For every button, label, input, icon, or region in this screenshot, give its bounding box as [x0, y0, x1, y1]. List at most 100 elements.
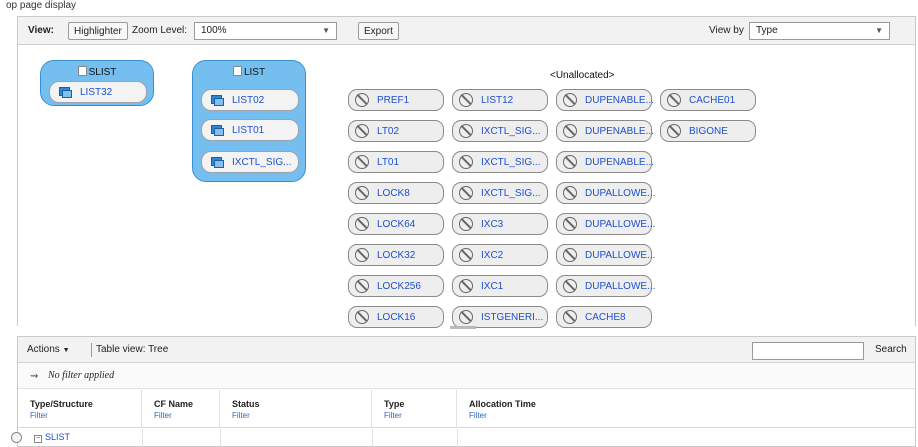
unallocated-structure-item[interactable]: IXC3 — [452, 213, 548, 235]
unallocated-structure-item[interactable]: LIST12 — [452, 89, 548, 111]
unallocated-structure-item[interactable]: BIGONE — [660, 120, 756, 142]
filter-link[interactable]: Filter — [469, 411, 916, 420]
chevron-down-icon: ▼ — [322, 26, 330, 35]
structure-item-list02[interactable]: LIST02 — [201, 89, 299, 111]
unallocated-structure-item[interactable]: IXCTL_SIG... — [452, 151, 548, 173]
unallocated-icon — [563, 279, 577, 293]
unallocated-icon — [459, 279, 473, 293]
zoom-level-label: Zoom Level: — [132, 25, 188, 36]
unallocated-structure-item[interactable]: LT01 — [348, 151, 444, 173]
structure-name: IXC2 — [481, 250, 504, 261]
structure-name: LOCK32 — [377, 250, 416, 261]
unallocated-structure-item[interactable]: CACHE8 — [556, 306, 652, 328]
unallocated-structure-item[interactable]: DUPENABLE... — [556, 89, 654, 111]
structure-name: PREF1 — [377, 95, 410, 106]
unallocated-structure-item[interactable]: CACHE01 — [660, 89, 756, 111]
column-type-structure[interactable]: Type/Structure Filter — [18, 390, 142, 428]
filter-link[interactable]: Filter — [154, 411, 219, 420]
column-cf-name[interactable]: CF Name Filter — [142, 390, 220, 428]
table-header: Type/Structure Filter CF Name Filter Sta… — [18, 390, 915, 428]
unallocated-icon — [459, 186, 473, 200]
structure-name: DUPENABLE... — [585, 157, 654, 168]
unallocated-structure-item[interactable]: PREF1 — [348, 89, 444, 111]
filter-link[interactable]: Filter — [384, 411, 456, 420]
structure-item-ixctl-sig[interactable]: IXCTL_SIG... — [201, 151, 299, 173]
table-row[interactable]: − SLIST — [11, 429, 915, 447]
structure-name: LT01 — [377, 157, 400, 168]
structure-item-list32[interactable]: LIST32 — [49, 81, 147, 103]
group-slist[interactable]: SLIST LIST32 — [40, 60, 154, 106]
highlighter-button[interactable]: Highlighter — [68, 22, 128, 40]
filter-status-text: No filter applied — [48, 370, 115, 381]
unallocated-icon — [459, 124, 473, 138]
list-structure-icon — [211, 125, 224, 136]
unallocated-structure-item[interactable]: ISTGENERI... — [452, 306, 548, 328]
structure-icon — [232, 66, 242, 76]
filter-link[interactable]: Filter — [232, 411, 371, 420]
chevron-down-icon: ▼ — [62, 347, 70, 354]
collapse-icon[interactable]: − — [34, 435, 42, 443]
unallocated-structure-item[interactable]: IXC1 — [452, 275, 548, 297]
toolbar-divider — [91, 343, 92, 357]
view-label: View: — [28, 25, 54, 36]
row-select-radio[interactable] — [11, 432, 22, 443]
structure-name: IXCTL_SIG... — [481, 126, 541, 137]
structure-name: BIGONE — [689, 126, 728, 137]
unallocated-structure-item[interactable]: LOCK32 — [348, 244, 444, 266]
structure-name: CACHE01 — [689, 95, 736, 106]
unallocated-icon — [459, 248, 473, 262]
structure-name: DUPALLOWE... — [585, 281, 656, 292]
page-caption: op page display — [6, 0, 77, 11]
structure-icon — [77, 66, 87, 76]
unallocated-structure-item[interactable]: DUPALLOWE... — [556, 244, 655, 266]
unallocated-structure-item[interactable]: LOCK16 — [348, 306, 444, 328]
structure-name: LOCK8 — [377, 188, 410, 199]
export-button[interactable]: Export — [358, 22, 399, 40]
unallocated-structure-item[interactable]: LOCK256 — [348, 275, 444, 297]
unallocated-structure-item[interactable]: IXCTL_SIG... — [452, 182, 548, 204]
unallocated-structure-item[interactable]: DUPENABLE... — [556, 120, 654, 142]
unallocated-structure-item[interactable]: IXCTL_SIG... — [452, 120, 548, 142]
structure-name: LOCK16 — [377, 312, 416, 323]
unallocated-icon — [563, 124, 577, 138]
view-by-label: View by — [709, 25, 744, 36]
unallocated-structure-item[interactable]: LT02 — [348, 120, 444, 142]
unallocated-structure-item[interactable]: IXC2 — [452, 244, 548, 266]
structure-name: CACHE8 — [585, 312, 626, 323]
list-structure-icon — [59, 87, 72, 98]
unallocated-structure-item[interactable]: LOCK64 — [348, 213, 444, 235]
view-by-select[interactable]: Type ▼ — [749, 22, 890, 40]
view-by-value: Type — [756, 25, 778, 36]
unallocated-icon — [355, 279, 369, 293]
column-allocation-time[interactable]: Allocation Time Filter — [457, 390, 916, 428]
unallocated-icon — [459, 217, 473, 231]
unallocated-icon — [563, 217, 577, 231]
search-button[interactable]: Search — [875, 344, 907, 355]
unallocated-icon — [355, 248, 369, 262]
unallocated-icon — [459, 93, 473, 107]
panel-splitter[interactable] — [450, 326, 476, 329]
unallocated-structure-item[interactable]: DUPALLOWE... — [556, 275, 656, 297]
list-structure-icon — [211, 95, 224, 106]
unallocated-icon — [459, 155, 473, 169]
structure-name: DUPALLOWE... — [585, 219, 656, 230]
column-status[interactable]: Status Filter — [220, 390, 372, 428]
unallocated-icon — [667, 124, 681, 138]
unallocated-structure-item[interactable]: DUPALLOWE... — [556, 213, 656, 235]
unallocated-title: <Unallocated> — [550, 70, 615, 81]
unallocated-structure-item[interactable]: DUPENABLE... — [556, 151, 654, 173]
group-list[interactable]: LIST LIST02 LIST01 IXCTL_SIG... — [192, 60, 306, 182]
actions-menu[interactable]: Actions ▼ — [27, 344, 70, 355]
chevron-down-icon: ▼ — [875, 26, 883, 35]
filter-link[interactable]: Filter — [30, 411, 141, 420]
column-type[interactable]: Type Filter — [372, 390, 457, 428]
search-input[interactable] — [752, 342, 864, 360]
structure-item-list01[interactable]: LIST01 — [201, 119, 299, 141]
structure-name: DUPENABLE... — [585, 95, 654, 106]
zoom-level-select[interactable]: 100% ▼ — [194, 22, 337, 40]
unallocated-icon — [355, 93, 369, 107]
view-toolbar: View: Highlighter Zoom Level: 100% ▼ Exp… — [18, 17, 915, 45]
unallocated-structure-item[interactable]: LOCK8 — [348, 182, 444, 204]
structure-name: LOCK64 — [377, 219, 416, 230]
unallocated-structure-item[interactable]: DUPALLOWE... — [556, 182, 655, 204]
